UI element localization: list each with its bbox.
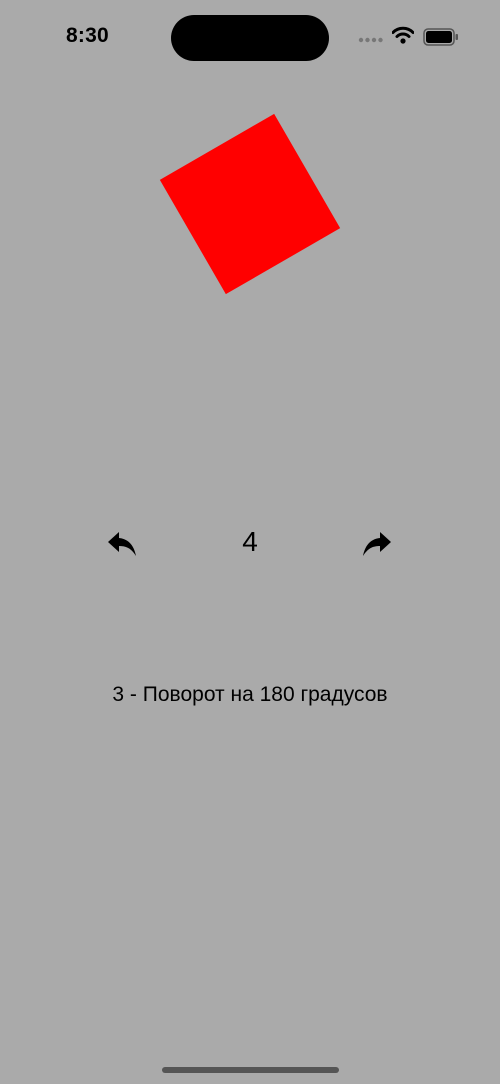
transformation-description: 3 - Поворот на 180 градусов <box>112 683 388 706</box>
step-counter: 4 <box>242 526 258 557</box>
battery-icon <box>423 28 458 46</box>
cellular-signal-icon <box>358 37 383 43</box>
undo-arrow-icon <box>108 532 136 556</box>
home-indicator[interactable] <box>162 1067 339 1073</box>
back-button[interactable] <box>102 524 142 564</box>
control-row: 4 <box>0 520 500 566</box>
forward-button[interactable] <box>357 524 397 564</box>
wifi-icon <box>392 26 414 44</box>
status-time: 8:30 <box>66 24 109 47</box>
dynamic-island <box>171 15 329 61</box>
rotated-red-square <box>159 113 341 295</box>
status-bar: 8:30 <box>0 0 500 80</box>
redo-arrow-icon <box>363 532 391 556</box>
